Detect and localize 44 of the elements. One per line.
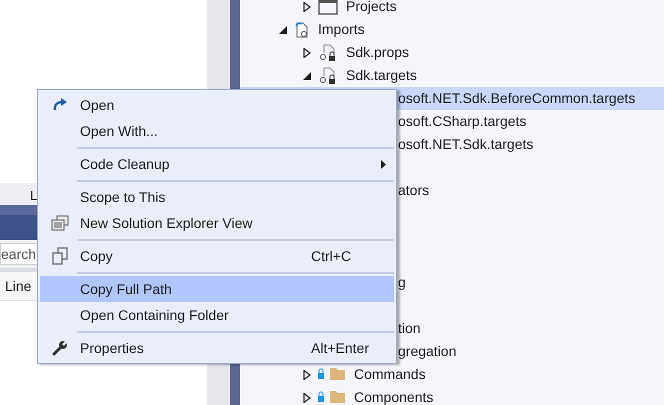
document-gear-icon [294,20,310,38]
expanded-triangle-icon[interactable] [278,24,288,34]
tree-item-label: tion [398,321,421,336]
tree-item-label: Imports [318,22,365,37]
redo-arrow-icon [52,98,68,112]
tree-row[interactable]: Projects [240,0,664,18]
menu-item[interactable]: Copy Ctrl+C [40,243,394,269]
collapsed-triangle-icon[interactable] [302,48,312,58]
wrench-icon [52,340,68,356]
tree-item-label: osoft.NET.Sdk.BeforeCommon.targets [398,91,636,106]
tree-item-label: Components [354,390,434,405]
tree-row[interactable]: Sdk.targets [240,64,664,87]
tree-row[interactable]: Imports [240,18,664,41]
menu-item[interactable]: New Solution Explorer View [40,210,394,236]
expanded-triangle-icon[interactable] [302,70,312,80]
menu-item[interactable]: Open With... [40,118,394,144]
tree-item-label: Sdk.targets [346,68,417,83]
locked-document-icon [318,44,338,62]
tree-item-label: Commands [354,367,426,382]
collapsed-triangle-icon[interactable] [302,2,312,12]
shortcut-label: Alt+Enter [311,340,369,356]
tree-item-label: g [398,275,406,290]
panel-tab[interactable]: L [30,187,38,205]
locked-folder-icon [318,391,346,404]
tree-item-label: Sdk.props [346,45,410,60]
menu-item[interactable]: Open Containing Folder [40,302,394,328]
menu-item[interactable]: Scope to This [40,184,394,210]
tree-item-label: Projects [346,0,397,14]
tree-item-label: osoft.CSharp.targets [398,114,526,129]
menu-item[interactable]: Copy Full Path [40,276,394,302]
menu-item[interactable]: Properties Alt+Enter [40,335,394,361]
collapsed-triangle-icon[interactable] [302,370,312,380]
copy-icon [52,247,68,265]
locked-document-icon [318,66,338,84]
menu-item[interactable]: Code Cleanup [40,151,394,177]
locked-folder-icon [318,368,346,381]
tree-row[interactable]: Sdk.props [240,41,664,64]
tree-item-label: ators [398,183,430,198]
tree-row[interactable]: Components [240,386,664,405]
tree-item-label: osoft.NET.Sdk.targets [398,137,534,152]
collapsed-triangle-icon[interactable] [302,392,312,402]
tree-row[interactable]: Commands [240,363,664,386]
windows-icon [51,215,69,231]
shortcut-label: Ctrl+C [311,248,352,264]
